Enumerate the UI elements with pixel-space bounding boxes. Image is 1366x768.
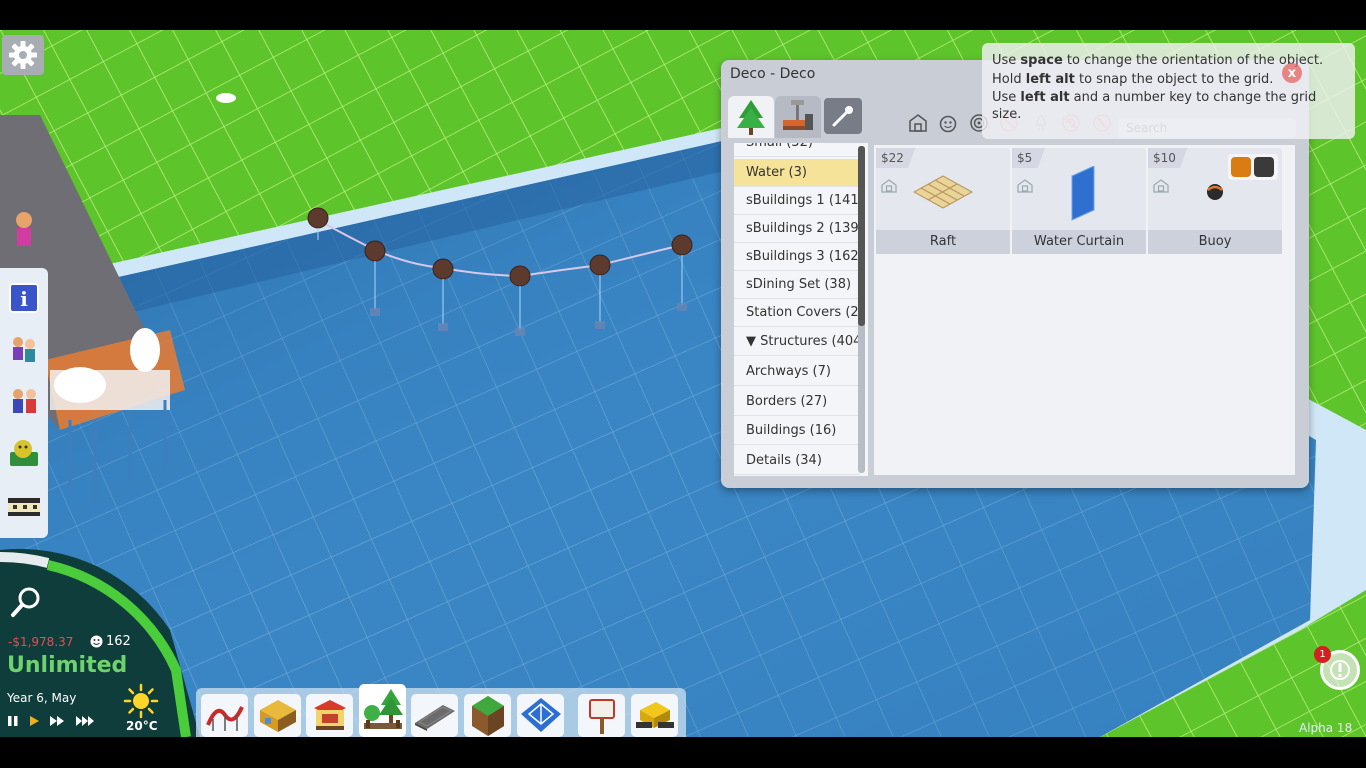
staff-button[interactable] (4, 380, 44, 424)
search-icon[interactable] (10, 585, 44, 619)
gear-icon (9, 41, 37, 69)
notification-badge: 1 (1314, 646, 1331, 663)
food-stall-icon (313, 699, 346, 730)
date-display: Year 6, May (7, 691, 77, 705)
play-button[interactable] (26, 713, 42, 729)
category-scrollbar-thumb[interactable] (858, 146, 865, 326)
item-card-raft[interactable]: $22 Raft (876, 148, 1010, 254)
lamp-bench-icon (783, 100, 813, 130)
category-sbuildings-3[interactable]: sBuildings 3 (162) (734, 243, 860, 271)
hint-line-grid-size: Use left alt and a number key to change … (992, 90, 1317, 122)
park-status-hud: -$1,978.37 162 Unlimited Year 6, May 20°… (0, 550, 200, 737)
close-button[interactable]: x (1282, 63, 1302, 83)
tab-trees[interactable] (728, 96, 774, 138)
item-price: $10 (1148, 148, 1190, 168)
rides-button[interactable] (201, 694, 248, 737)
fast-forward-button[interactable] (47, 713, 67, 729)
buoy-image (1207, 184, 1223, 200)
category-water[interactable]: Water (3) (734, 159, 860, 187)
item-price: $5 (1012, 148, 1047, 168)
halloween-filter[interactable] (937, 112, 959, 134)
item-card-buoy[interactable]: $10 Buoy (1148, 148, 1282, 254)
eyedropper-icon (832, 106, 853, 127)
paths-button[interactable] (411, 694, 458, 737)
bulldozer-icon (635, 701, 674, 728)
fast-forward-icon (50, 716, 64, 726)
guest-count-value: 162 (106, 634, 131, 649)
info-icon: i (9, 283, 39, 313)
category-station-covers[interactable]: Station Covers (2) (734, 299, 860, 327)
barn-icon (909, 114, 927, 132)
category-small[interactable]: Small (32) (734, 143, 860, 157)
item-card-water-curtain[interactable]: $5 Water Curtain (1012, 148, 1146, 254)
finances-icon (10, 440, 38, 466)
staff-icon (13, 389, 36, 413)
pause-icon (8, 716, 18, 726)
settings-button[interactable] (2, 35, 44, 75)
tab-eyedropper[interactable] (824, 98, 862, 134)
category-borders[interactable]: Borders (27) (734, 388, 860, 416)
close-icon: x (1287, 65, 1297, 81)
category-list[interactable]: Small (32) Water (3) sBuildings 1 (141) … (734, 143, 868, 476)
barn-filter[interactable] (907, 112, 929, 134)
money-display[interactable]: -$1,978.37 (8, 635, 73, 649)
bulldozer-button[interactable] (631, 694, 678, 737)
left-toolbar: i (0, 268, 48, 538)
category-sbuildings-1[interactable]: sBuildings 1 (141) (734, 187, 860, 215)
guests-button[interactable] (4, 328, 44, 372)
category-structures[interactable]: ▼ Structures (404) (734, 328, 860, 356)
sign-icon (588, 698, 615, 734)
sun-icon (123, 683, 159, 719)
blueprint-button[interactable] (517, 694, 564, 737)
pause-button[interactable] (6, 713, 20, 729)
category-sdining-set[interactable]: sDining Set (38) (734, 271, 860, 299)
tree-icon (363, 688, 403, 729)
fastest-button[interactable] (74, 713, 98, 729)
terrain-button[interactable] (464, 694, 511, 737)
item-name: Water Curtain (1012, 230, 1146, 254)
stalls-button[interactable] (306, 694, 353, 737)
item-name: Buoy (1148, 230, 1282, 254)
exclamation-icon (1330, 660, 1350, 680)
category-archways[interactable]: Archways (7) (734, 358, 860, 386)
raft-image (912, 175, 974, 209)
svg-text:i: i (20, 287, 28, 311)
blueprint-icon (520, 697, 561, 732)
park-button[interactable] (4, 484, 44, 528)
park-icon (8, 498, 40, 516)
shops-button[interactable] (254, 694, 301, 737)
roller-coaster-icon (205, 705, 244, 731)
guest-count[interactable]: 162 (90, 634, 131, 649)
terrain-icon (471, 695, 504, 736)
game-mode-label: Unlimited (7, 653, 128, 678)
category-buildings[interactable]: Buildings (16) (734, 417, 860, 445)
tab-objects[interactable] (775, 96, 821, 138)
guests-icon (13, 337, 35, 362)
category-sbuildings-2[interactable]: sBuildings 2 (139) (734, 215, 860, 243)
item-name: Raft (876, 230, 1010, 254)
signs-button[interactable] (578, 694, 625, 737)
version-label: Alpha 18 (1299, 721, 1353, 735)
water-curtain-image (1071, 166, 1095, 221)
placement-hint-tooltip: Use space to change the orientation of t… (982, 43, 1355, 139)
guest-face-icon (90, 635, 103, 648)
shop-icon (259, 699, 296, 732)
unlock-icon (1017, 179, 1033, 193)
unlock-icon (881, 179, 897, 193)
info-button[interactable]: i (4, 276, 44, 320)
unlock-icon (1153, 179, 1169, 193)
window-title: Deco - Deco (730, 66, 816, 82)
category-details[interactable]: Details (34) (734, 447, 860, 475)
deco-button[interactable] (359, 684, 406, 737)
item-price: $22 (876, 148, 918, 168)
path-icon (414, 704, 455, 731)
fastest-icon (76, 716, 94, 726)
finances-button[interactable] (4, 432, 44, 476)
pumpkin-icon (939, 115, 957, 133)
tree-icon (737, 100, 765, 135)
play-icon (30, 716, 39, 726)
temperature-display: 20°C (126, 719, 158, 733)
